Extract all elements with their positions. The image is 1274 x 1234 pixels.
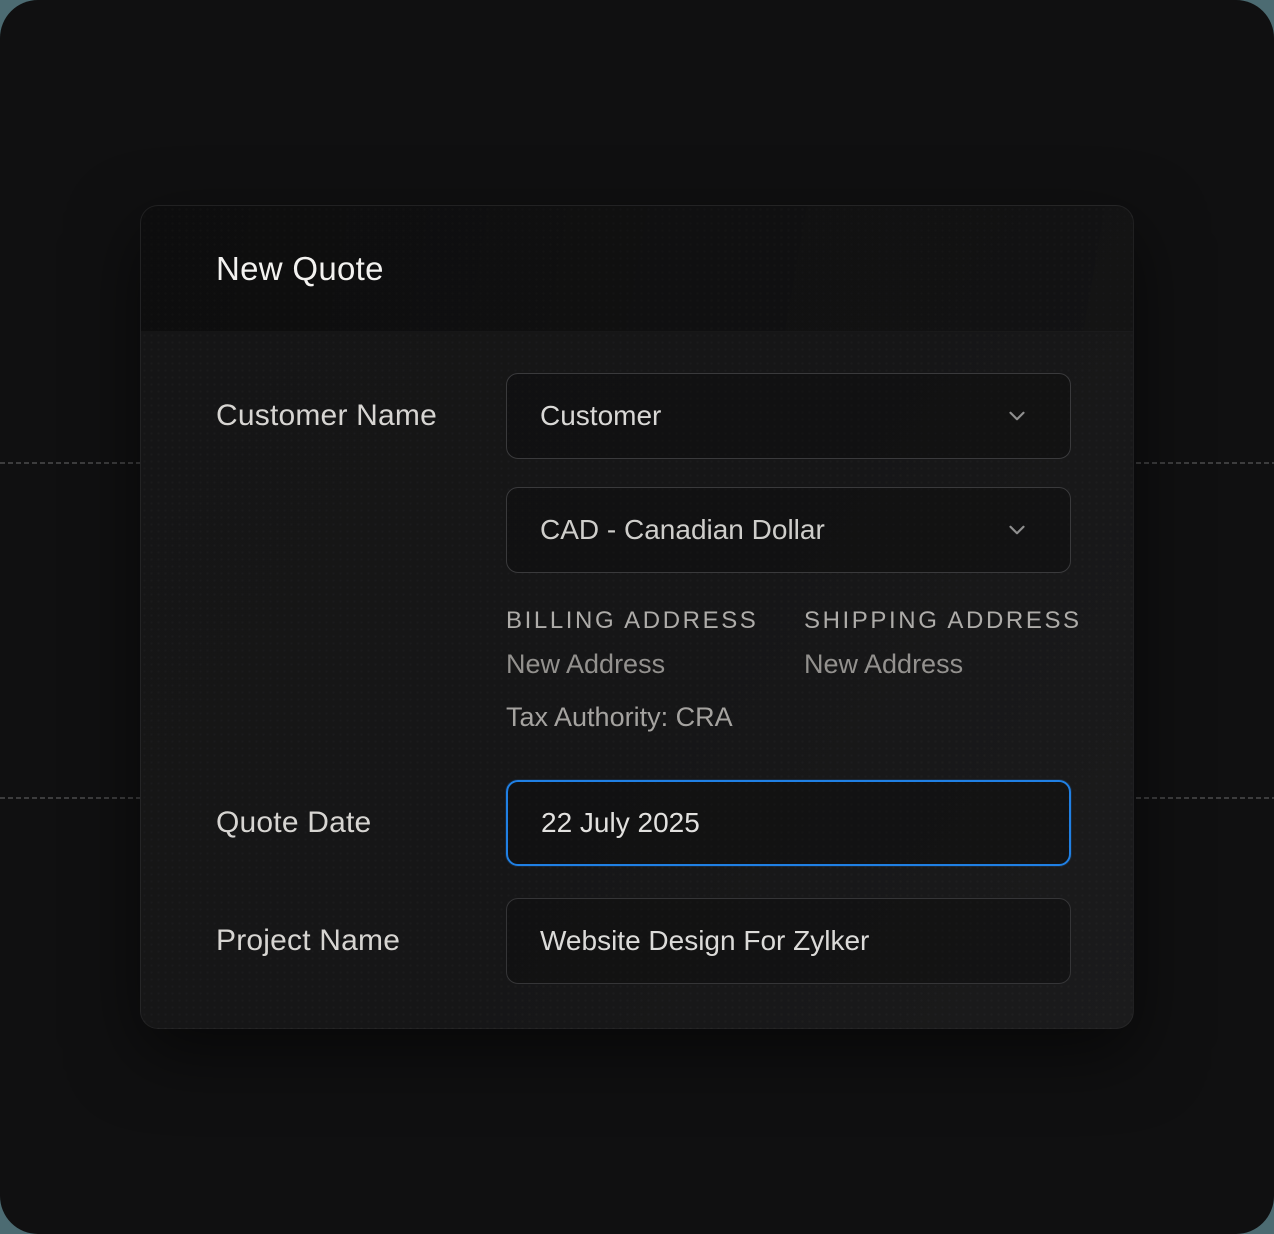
shipping-address-header: SHIPPING ADDRESS — [804, 607, 1082, 635]
customer-dropdown[interactable]: Customer — [506, 373, 1071, 459]
quote-date-input[interactable] — [506, 780, 1071, 866]
project-name-label: Project Name — [216, 898, 400, 984]
billing-new-address-link[interactable]: New Address — [506, 649, 665, 680]
billing-address-header: BILLING ADDRESS — [506, 607, 758, 635]
shipping-new-address-link[interactable]: New Address — [804, 649, 963, 680]
quote-date-label: Quote Date — [216, 780, 371, 866]
chevron-down-icon — [1004, 403, 1030, 429]
tax-authority-text: Tax Authority: CRA — [506, 702, 733, 733]
currency-dropdown-value: CAD - Canadian Dollar — [540, 514, 825, 546]
customer-name-label: Customer Name — [216, 373, 437, 459]
chevron-down-icon — [1004, 517, 1030, 543]
modal-header: New Quote — [141, 206, 1133, 332]
customer-dropdown-value: Customer — [540, 400, 661, 432]
currency-dropdown[interactable]: CAD - Canadian Dollar — [506, 487, 1071, 573]
new-quote-modal: New Quote Customer Name Customer CAD - C… — [140, 205, 1134, 1029]
modal-title: New Quote — [216, 250, 384, 288]
screen: New Quote Customer Name Customer CAD - C… — [0, 0, 1274, 1234]
project-name-input[interactable] — [506, 898, 1071, 984]
